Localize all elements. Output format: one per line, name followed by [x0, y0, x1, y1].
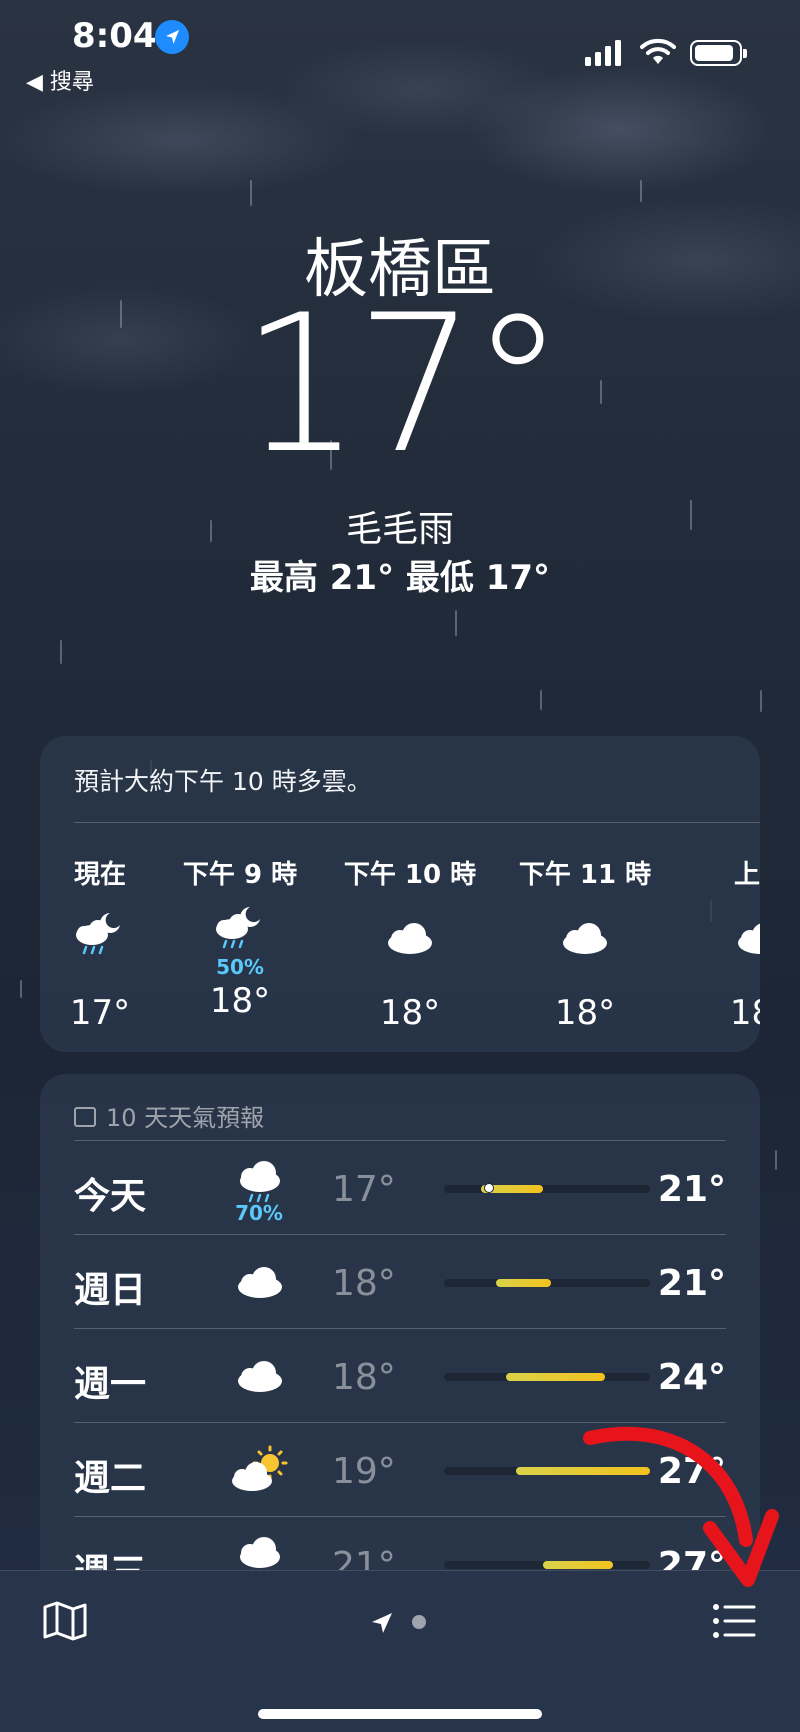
day-label: 週二 — [74, 1458, 147, 1499]
temp-range-fill — [516, 1467, 650, 1475]
precip-chance — [690, 963, 760, 987]
rain-streak — [760, 690, 762, 712]
high-temp: 24° — [657, 1357, 726, 1398]
high-temp: 27° — [657, 1451, 726, 1492]
hour-temp: 18° — [554, 993, 616, 1033]
precip-chance — [515, 963, 655, 987]
day-label: 週日 — [74, 1270, 147, 1311]
hour-label: 下午 9 時 — [182, 860, 298, 890]
rain-streak — [20, 980, 22, 998]
status-time: 8:04 — [72, 16, 157, 56]
hourly-forecast-card[interactable]: 預計大約下午 10 時多雲。 現在 17° 下午 9 時 50% 18° 下午 … — [40, 736, 760, 1052]
map-icon[interactable] — [42, 1601, 88, 1641]
hour-label: 現在 — [73, 860, 126, 890]
low-temp: 18° — [332, 1263, 396, 1304]
day-label: 週一 — [74, 1364, 147, 1405]
hour-label: 上午 — [733, 860, 760, 890]
cloud-icon — [730, 909, 760, 963]
day-row[interactable]: 今天 70% 17° 21° — [74, 1140, 726, 1235]
precip-chance: 70% — [235, 1201, 283, 1225]
hour-label: 下午 10 時 — [343, 860, 477, 890]
hour-item: 下午 9 時 50% 18° — [170, 854, 310, 1021]
cloud-icon — [555, 909, 615, 963]
home-indicator[interactable] — [258, 1709, 542, 1719]
hour-temp: 18° — [729, 993, 760, 1033]
location-arrow-icon — [155, 20, 189, 54]
cloud-sun-icon — [224, 1441, 294, 1501]
condition-text: 毛毛雨 — [345, 509, 454, 550]
temp-range-bar — [444, 1561, 650, 1569]
cloud-icon — [224, 1347, 294, 1407]
low-temp: 19° — [332, 1451, 396, 1492]
rain-streak — [60, 640, 62, 664]
forecast-summary: 預計大約下午 10 時多雲。 — [74, 767, 372, 796]
temp-range-bar — [444, 1467, 650, 1475]
hour-temp: 18° — [379, 993, 441, 1033]
ten-day-header-label: 10 天天氣預報 — [106, 1104, 265, 1132]
temp-range-bar — [444, 1183, 650, 1193]
precip-chance — [340, 963, 480, 987]
battery-icon — [690, 40, 747, 66]
signal-icon — [585, 40, 625, 66]
hour-item: 下午 11 時 18° — [515, 854, 655, 1033]
cloud-moon-rain-icon — [210, 905, 270, 959]
divider — [74, 822, 760, 823]
day-label: 今天 — [74, 1176, 147, 1217]
cloud-icon — [224, 1253, 294, 1313]
wifi-icon — [640, 38, 676, 66]
hour-label: 下午 11 時 — [518, 860, 652, 890]
back-to-search-link[interactable]: ◀ 搜尋 — [26, 64, 94, 96]
bottom-toolbar — [0, 1570, 800, 1732]
precip-chance — [40, 963, 170, 987]
temp-range-fill — [505, 1373, 605, 1381]
high-low-text: 最高 21° 最低 17° — [249, 558, 551, 598]
cloud-moon-rain-icon — [70, 909, 130, 963]
hour-temp: 17° — [69, 993, 131, 1033]
location-nav-icon[interactable] — [370, 1611, 394, 1635]
rain-streak — [775, 1150, 777, 1170]
hour-item: 現在 17° — [40, 854, 170, 1033]
hour-item: 下午 10 時 18° — [340, 854, 480, 1033]
temp-range-fill — [542, 1561, 613, 1569]
temp-range-bar — [444, 1373, 650, 1381]
current-temperature: 17° — [240, 274, 566, 495]
calendar-icon — [74, 1107, 96, 1127]
low-temp: 17° — [332, 1169, 396, 1210]
low-temp: 18° — [332, 1357, 396, 1398]
day-row[interactable]: 週日 18° 21° — [74, 1234, 726, 1329]
hour-temp: 18° — [209, 981, 271, 1021]
rain-streak — [250, 180, 252, 206]
cloud-icon — [380, 909, 440, 963]
temp-range-fill — [495, 1279, 552, 1287]
rain-streak — [455, 610, 457, 636]
ten-day-forecast-card[interactable]: 10 天天氣預報 今天 70% 17° 21° 週日 18° 21° 週一 18… — [40, 1074, 760, 1594]
hour-item: 上午 18° — [690, 854, 760, 1033]
list-icon[interactable] — [712, 1601, 756, 1641]
high-temp: 21° — [657, 1263, 726, 1304]
ten-day-header: 10 天天氣預報 — [74, 1098, 264, 1133]
high-temp: 21° — [657, 1169, 726, 1210]
temp-range-bar — [444, 1279, 650, 1287]
day-row[interactable]: 週二 19° 27° — [74, 1422, 726, 1517]
rain-streak — [540, 690, 542, 710]
day-row[interactable]: 週一 18° 24° — [74, 1328, 726, 1423]
rain-streak — [640, 180, 642, 202]
page-dot[interactable] — [412, 1615, 426, 1629]
